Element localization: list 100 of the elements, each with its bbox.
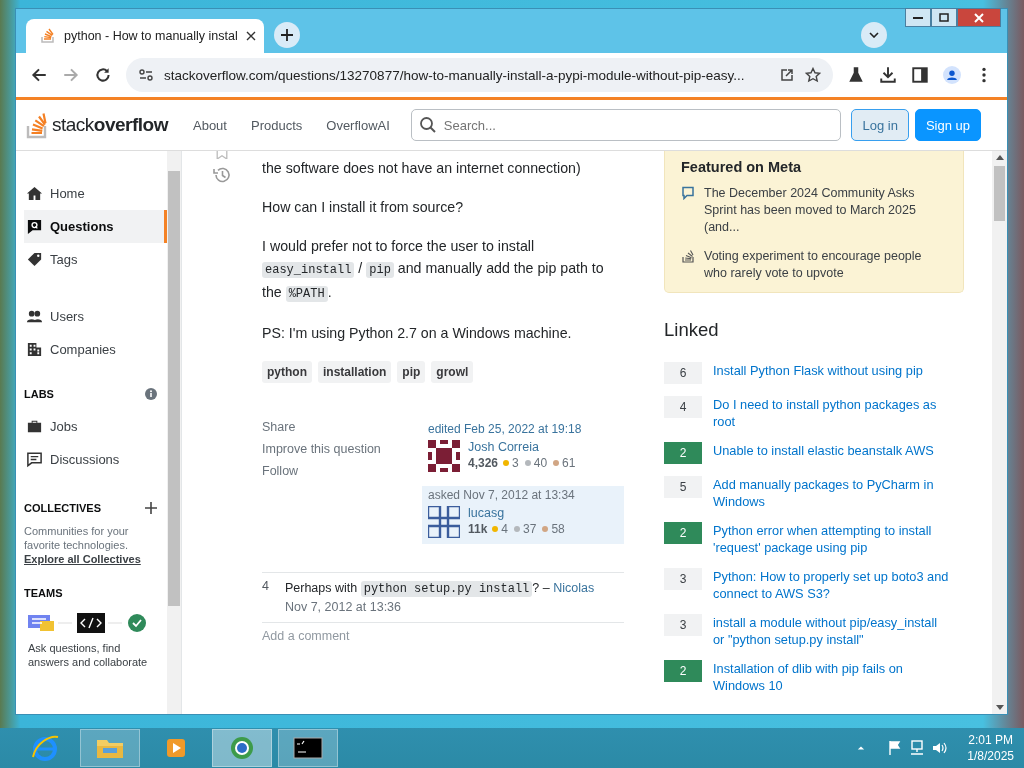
linked-question-link[interactable]: Install Python Flask without using pip <box>713 362 923 384</box>
taskbar-button[interactable] <box>212 729 272 767</box>
tag-chip[interactable]: python <box>262 361 312 383</box>
comment-author-link[interactable]: Nicolas <box>553 581 595 595</box>
clock[interactable]: 2:01 PM 1/8/2025 <box>967 732 1014 764</box>
terminal-icon <box>293 736 323 760</box>
close-icon <box>974 12 984 23</box>
section-title: COLLECTIVES <box>24 502 101 514</box>
reload-icon[interactable] <box>94 66 112 84</box>
question-paragraph: How can I install it from source? <box>262 198 465 217</box>
linked-question-link[interactable]: Python: How to properly set up boto3 and connect to AWS S3? <box>713 568 951 602</box>
back-arrow-icon[interactable] <box>30 66 48 84</box>
minimize-icon <box>913 16 923 19</box>
sidebar-item[interactable]: Tags <box>24 243 167 276</box>
new-tab-button[interactable] <box>274 22 300 48</box>
info-icon[interactable] <box>145 388 157 400</box>
featured-link[interactable]: The December 2024 Community Asks Sprint has been moved to March 2025 (and... <box>704 185 947 236</box>
plus-icon[interactable] <box>145 502 157 514</box>
question-bubble-icon <box>26 218 43 235</box>
sidebar-item[interactable]: Questions <box>24 210 167 243</box>
badge-count: 3 <box>512 456 519 470</box>
speaker-icon[interactable] <box>931 740 948 756</box>
reputation: 11k <box>468 522 488 536</box>
stack-logo-icon <box>40 28 56 44</box>
log-in-button[interactable]: Log in <box>851 109 909 141</box>
search-icon <box>418 116 437 134</box>
nav-link[interactable]: OverflowAI <box>315 111 401 139</box>
comment-score: 4 <box>262 579 269 595</box>
chevron-down-icon <box>869 32 879 38</box>
address-bar[interactable]: stackoverflow.com/questions/13270877/how-to-manually-install-a-pypi-module-without-pip-easy... <box>126 58 833 92</box>
avatar-identicon-icon <box>428 506 460 538</box>
scroll-down-arrow-icon[interactable] <box>995 705 1004 710</box>
clock-time: 2:01 PM <box>968 732 1013 748</box>
post-menu-link[interactable]: Share <box>262 420 422 434</box>
browser-tab[interactable]: python - How to manually instal <box>26 19 264 53</box>
clock-date: 1/8/2025 <box>967 748 1014 764</box>
nav-link[interactable]: About <box>182 111 238 139</box>
site-settings-icon <box>138 67 154 83</box>
scrollbar-thumb[interactable] <box>168 171 180 606</box>
users-icon <box>26 308 43 325</box>
sidebar-item[interactable]: Home <box>24 177 167 210</box>
badge-count: 37 <box>523 522 537 536</box>
linked-question-link[interactable]: Add manually packages to PyCharm in Windows <box>713 476 951 510</box>
scrollbar-thumb[interactable] <box>994 166 1005 221</box>
nav-link[interactable]: Products <box>239 111 314 139</box>
action-time: asked Nov 7, 2012 at 13:34 <box>428 488 576 502</box>
post-menu-link[interactable]: Improve this question <box>262 442 422 456</box>
linked-question-link[interactable]: Unable to install elastic beanstalk AWS <box>713 442 934 464</box>
sidebar-item[interactable]: Discussions <box>24 443 167 476</box>
star-icon[interactable] <box>805 67 821 83</box>
search-field[interactable]: Search... <box>410 109 842 141</box>
tab-search-button[interactable] <box>861 22 887 48</box>
side-panel-icon[interactable] <box>911 66 929 84</box>
close-icon[interactable] <box>246 31 256 41</box>
share-icon[interactable] <box>779 67 795 83</box>
tag-chip[interactable]: growl <box>431 361 474 383</box>
comment-text: Perhaps with python setup.py install ? – Nicolas Nov 7, 2012 at 13:36 <box>284 580 596 616</box>
explore-collectives-link[interactable]: Explore all Collectives <box>24 553 167 565</box>
badge-count: 4 <box>501 522 509 536</box>
vote-count: 4 <box>664 396 702 418</box>
featured-link[interactable]: Voting experiment to encourage people who rarely vote to upvote <box>704 248 947 282</box>
sidebar-item[interactable]: Users <box>24 300 167 333</box>
vote-count: 3 <box>664 568 702 590</box>
chat-icon <box>26 451 43 468</box>
vote-count: 3 <box>664 614 702 636</box>
download-icon[interactable] <box>879 66 897 84</box>
speech-bubble-icon <box>681 186 695 200</box>
user-name-link[interactable]: lucasg <box>468 506 568 520</box>
reputation: 4,326 <box>468 456 499 470</box>
question-paragraph: PS: I'm using Python 2.7 on a Windows machine. <box>262 324 573 343</box>
restore-button[interactable] <box>931 8 957 27</box>
maximize-icon <box>939 12 949 23</box>
stack-logo-icon <box>681 249 695 263</box>
minimize-button[interactable] <box>905 8 931 27</box>
tag-chip[interactable]: installation <box>318 361 392 383</box>
tag-chip[interactable]: pip <box>397 361 426 383</box>
badge-count: 58 <box>551 522 565 536</box>
building-icon <box>26 341 43 358</box>
sidebar-item[interactable]: Companies <box>24 333 167 366</box>
post-menu-link[interactable]: Follow <box>262 464 422 478</box>
badge-count: 61 <box>562 456 576 470</box>
linked-question-link[interactable]: install a module without pip/easy_install or "python setup.py install" <box>713 614 951 648</box>
profile-avatar-icon[interactable] <box>943 66 961 84</box>
flask-icon[interactable] <box>847 66 865 84</box>
linked-question-link[interactable]: Do I need to install python packages as root <box>713 396 951 430</box>
plus-icon <box>281 29 293 41</box>
linked-question-link[interactable]: Installation of dlib with pip fails on Windows 10 <box>713 660 951 694</box>
history-icon[interactable] <box>212 165 232 185</box>
action-time: edited Feb 25, 2022 at 19:18 <box>428 422 583 436</box>
collectives-description: Communities for your favorite technologies. <box>24 524 130 552</box>
site-logo[interactable]: stackoverflow <box>26 111 168 139</box>
sidebar-item[interactable]: Jobs <box>24 410 167 443</box>
taskbar-button[interactable] <box>278 729 338 767</box>
vote-count: 2 <box>664 660 702 682</box>
scroll-up-arrow-icon[interactable] <box>995 155 1004 160</box>
url-text: stackoverflow.com/questions/13270877/how-to-manually-install-a-pypi-module-without-pip-easy... <box>164 67 746 83</box>
network-icon[interactable] <box>909 740 926 756</box>
user-name-link[interactable]: Josh Correia <box>468 440 579 454</box>
close-button[interactable] <box>957 8 1001 27</box>
linked-question-link[interactable]: Python error when attempting to install 'request' package using pip <box>713 522 951 556</box>
